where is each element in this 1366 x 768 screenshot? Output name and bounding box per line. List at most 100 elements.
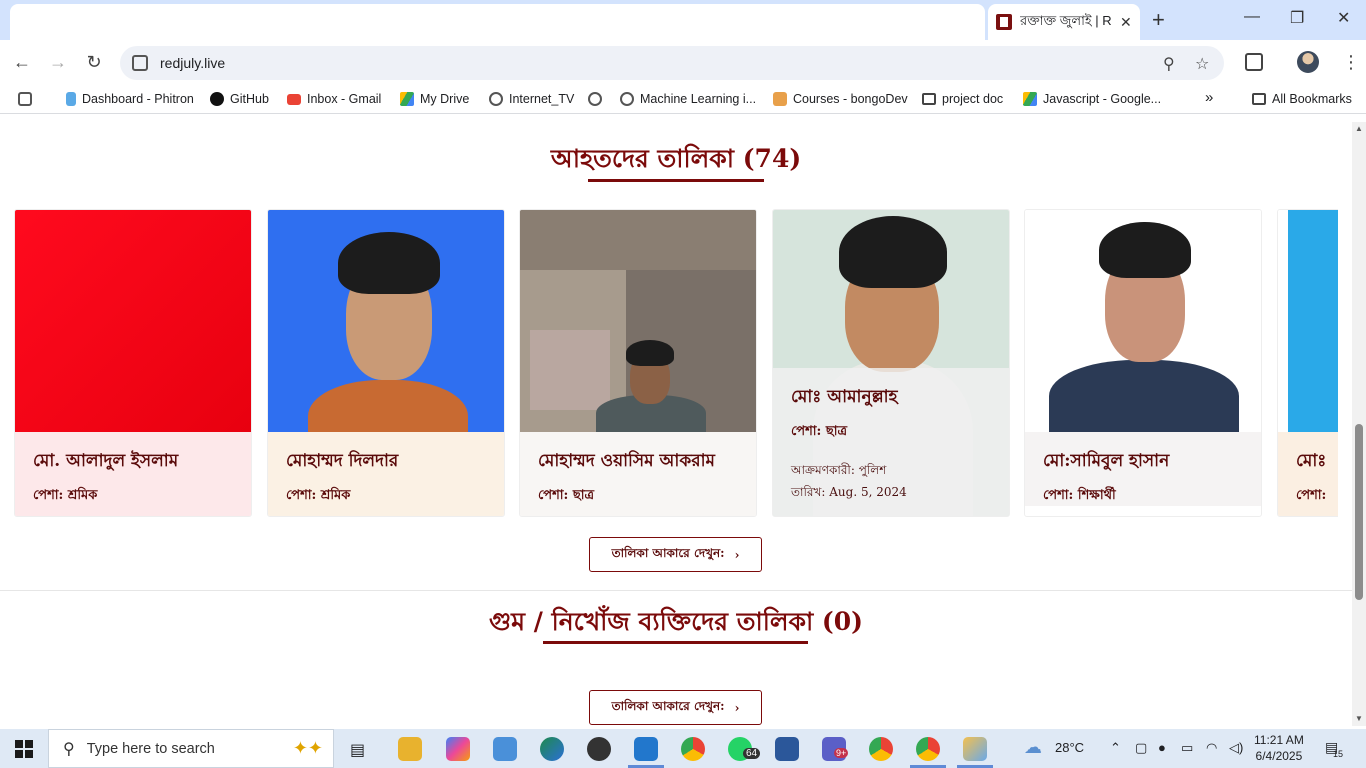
chrome-active-icon[interactable] (916, 737, 940, 761)
card-info: মোহাম্মদ দিলদার পেশা: শ্রমিক (268, 432, 504, 516)
chrome-icon[interactable] (681, 737, 705, 761)
scrollbar-thumb[interactable] (1355, 424, 1363, 600)
missing-view-list-button[interactable]: তালিকা আকারে দেখুন: › (589, 690, 762, 725)
restore-icon[interactable]: ❐ (1290, 8, 1304, 28)
injured-title-underline (588, 179, 764, 182)
chevron-right-icon: › (734, 700, 740, 715)
card-info: মোহাম্মদ ওয়াসিম আকরাম পেশা: ছাত্র (520, 432, 756, 516)
person-name: মোঃ আমানুল্লাহ (791, 387, 898, 407)
camera-icon[interactable]: ▢ (1135, 740, 1147, 756)
injured-card[interactable]: মো:সামিবুল হাসান পেশা: শিক্ষার্থী (1024, 209, 1262, 517)
task-view-icon[interactable]: ▤ (350, 740, 365, 760)
scroll-up-icon[interactable]: ▲ (1355, 124, 1363, 133)
all-bookmarks-label: All Bookmarks (1272, 92, 1352, 106)
teams-badge: 9+ (834, 748, 849, 758)
bookmark-label: Dashboard - Phitron (82, 92, 194, 106)
card-info: মোঃ পেশা: (1278, 432, 1338, 516)
search-placeholder: Type here to search (86, 740, 215, 757)
weather-temp[interactable]: 28°C (1055, 740, 1084, 755)
scroll-down-icon[interactable]: ▼ (1355, 714, 1363, 723)
site-info-icon[interactable] (132, 55, 148, 71)
bookmark-globe[interactable] (588, 92, 602, 106)
button-label: তালিকা আকারে দেখুন: (611, 698, 725, 713)
tray-chevron-up-icon[interactable]: ⌃ (1110, 740, 1121, 756)
injured-card[interactable]: মোহাম্মদ ওয়াসিম আকরাম পেশা: ছাত্র (519, 209, 757, 517)
card-info: মোঃ আমানুল্লাহ পেশা: ছাত্র আক্রমণকারী: প… (773, 368, 1009, 516)
bookmark-star-icon[interactable]: ☆ (1195, 54, 1209, 74)
injured-card[interactable]: মো. আলাদুল ইসলাম পেশা: শ্রমিক (14, 209, 252, 517)
battery-icon[interactable]: ▭ (1181, 740, 1193, 756)
copilot-icon[interactable] (446, 737, 470, 761)
person-profession: পেশা: ছাত্র (791, 424, 848, 439)
person-profession: পেশা: শ্রমিক (33, 488, 98, 503)
injured-card[interactable]: মোঃ আমানুল্লাহ পেশা: ছাত্র আক্রমণকারী: প… (772, 209, 1010, 517)
window-close-icon[interactable]: ✕ (1337, 8, 1350, 28)
minimize-icon[interactable]: — (1244, 8, 1260, 26)
clock-date: 6/4/2025 (1255, 749, 1303, 763)
taskbar-search[interactable]: ⚲ Type here to search ✦✦ (48, 729, 334, 768)
obs-icon[interactable] (587, 737, 611, 761)
microphone-icon[interactable]: ● (1158, 740, 1166, 755)
copilot-sparkle-icon: ✦✦ (292, 738, 323, 758)
bookmark-github[interactable]: GitHub (210, 92, 269, 106)
back-icon[interactable]: ← (11, 52, 33, 73)
apps-grid-icon[interactable] (18, 92, 32, 106)
page-scrollbar[interactable]: ▲ ▼ (1352, 122, 1366, 726)
volume-icon[interactable]: ◁) (1229, 740, 1243, 756)
edge-icon[interactable] (540, 737, 564, 761)
person-name: মো:সামিবুল হাসান (1043, 451, 1170, 471)
card-meta: আক্রমণকারী: পুলিশ তারিখ: Aug. 5, 2024 (791, 459, 991, 503)
paint-icon[interactable] (963, 737, 987, 761)
bookmark-internet-tv[interactable]: Internet_TV (489, 92, 574, 106)
vscode-icon[interactable] (634, 737, 658, 761)
missing-section-title: গুম / নিখোঁজ ব্যক্তিদের তালিকা (0) (489, 607, 863, 636)
active-tab[interactable]: রক্তাক্ত জুলাই | Red July ✕ (988, 4, 1140, 40)
tab-title: রক্তাক্ত জুলাই | Red July (1020, 12, 1112, 28)
reload-icon[interactable]: ↻ (83, 52, 105, 73)
gmail-icon (287, 93, 301, 105)
bookmark-javascript[interactable]: Javascript - Google... (1023, 92, 1161, 106)
new-tab-icon[interactable]: + (1152, 9, 1165, 31)
file-explorer-icon[interactable] (398, 737, 422, 761)
tab-strip: রক্তাক্ত জুলাই | Red July ✕ + — ❐ ✕ (0, 0, 1366, 40)
bookmark-phitron[interactable]: Dashboard - Phitron (66, 92, 194, 106)
bookmark-project-doc[interactable]: project doc (922, 92, 1003, 106)
search-icon: ⚲ (63, 740, 75, 758)
clock-time: 11:21 AM (1254, 733, 1304, 747)
word-icon[interactable] (775, 737, 799, 761)
wifi-icon[interactable]: ◠ (1206, 740, 1217, 756)
injured-card[interactable]: মোহাম্মদ দিলদার পেশা: শ্রমিক (267, 209, 505, 517)
forward-icon[interactable]: → (47, 52, 69, 73)
github-icon (210, 92, 224, 106)
chrome-profile-icon[interactable] (869, 737, 893, 761)
close-tab-icon[interactable]: ✕ (1120, 14, 1132, 31)
all-bookmarks[interactable]: All Bookmarks (1252, 92, 1352, 106)
system-clock[interactable]: 11:21 AM 6/4/2025 (1254, 732, 1304, 764)
person-hair (626, 340, 674, 366)
person-profession: পেশা: (1296, 488, 1327, 503)
windows-start-icon[interactable] (15, 740, 33, 758)
zoom-icon[interactable]: ⚲ (1163, 54, 1175, 74)
extensions-icon[interactable] (1245, 53, 1263, 71)
person-photo (1278, 210, 1338, 432)
injured-carousel[interactable]: মো. আলাদুল ইসলাম পেশা: শ্রমিক মোহাম্মদ দ… (14, 209, 1338, 519)
globe-icon (588, 92, 602, 106)
address-bar[interactable]: redjuly.live (120, 46, 1224, 80)
injured-section-title: আহতদের তালিকা (74) (550, 144, 802, 173)
injured-card[interactable]: মোঃ পেশা: (1277, 209, 1338, 517)
injured-view-list-button[interactable]: তালিকা আকারে দেখুন: › (589, 537, 762, 572)
bookmark-ml[interactable]: Machine Learning i... (620, 92, 756, 106)
bookmark-bongodev[interactable]: Courses - bongoDev (773, 92, 908, 106)
remote-desktop-icon[interactable] (493, 737, 517, 761)
bookmark-drive[interactable]: My Drive (400, 92, 469, 106)
person-name: মো. আলাদুল ইসলাম (33, 451, 179, 471)
person-profession: পেশা: শিক্ষার্থী (1043, 488, 1116, 503)
menu-icon[interactable]: ⋮ (1342, 52, 1360, 73)
more-bookmarks-icon[interactable]: » (1205, 89, 1213, 106)
bookmark-gmail[interactable]: Inbox - Gmail (287, 92, 381, 106)
phitron-icon (66, 92, 76, 106)
bookmark-label: Inbox - Gmail (307, 92, 382, 106)
incident-date: তারিখ: Aug. 5, 2024 (791, 485, 907, 499)
weather-cloud-icon[interactable]: ☁ (1024, 737, 1042, 758)
profile-avatar[interactable] (1297, 51, 1319, 73)
